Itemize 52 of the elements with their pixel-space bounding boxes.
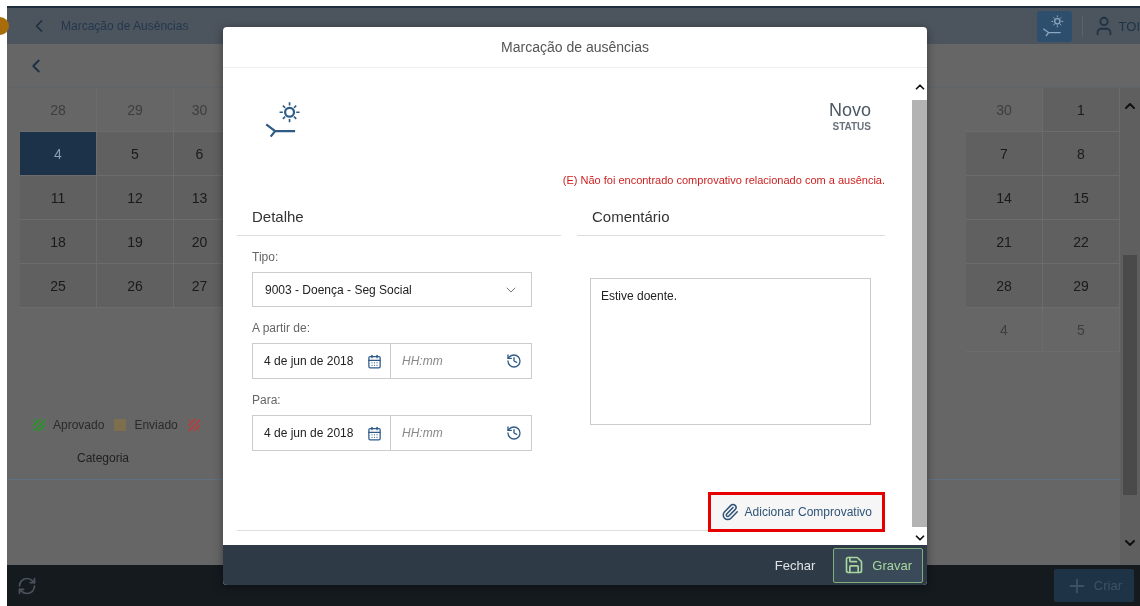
date-field[interactable]: 4 de jun de 2018 [252, 415, 391, 451]
dialog-title: Marcação de ausências [501, 39, 649, 55]
calendar-day[interactable]: 20 [174, 220, 226, 264]
calendar-day[interactable]: 28 [966, 264, 1043, 308]
calendar-day[interactable]: 21 [966, 220, 1043, 264]
calendar-day[interactable]: 14 [966, 176, 1043, 220]
clock-icon[interactable] [506, 425, 522, 441]
calendar-day[interactable]: 11 [20, 176, 97, 220]
status-label: STATUS [832, 121, 871, 132]
app-logo [0, 17, 9, 35]
calendar-day[interactable]: 15 [1043, 176, 1120, 220]
calendar-day[interactable]: 1 [1043, 88, 1120, 132]
refresh-button[interactable] [17, 575, 37, 596]
refresh-icon [17, 575, 37, 596]
calendar-day[interactable]: 8 [1043, 132, 1120, 176]
field-label: A partir de: [251, 321, 312, 335]
save-button[interactable]: Gravar [833, 547, 923, 583]
column-header: Categoria [77, 450, 130, 465]
section-heading: Detalhe [237, 208, 561, 236]
time-field[interactable]: HH:mm [391, 343, 532, 379]
date-field[interactable]: 4 de jun de 2018 [252, 343, 391, 379]
calendar-day[interactable]: 27 [174, 264, 226, 308]
attach-button[interactable]: Adicionar Comprovativo [707, 492, 885, 532]
calendar-day[interactable]: 19 [97, 220, 174, 264]
calendar-day[interactable]: 7 [966, 132, 1043, 176]
calendar-day[interactable]: 5 [97, 132, 174, 176]
close-button[interactable]: Fechar [772, 553, 818, 577]
time-field[interactable]: HH:mm [391, 415, 532, 451]
calendar-day[interactable]: 26 [97, 264, 174, 308]
section-heading: Comentário [577, 208, 885, 236]
calendar-day[interactable]: 12 [97, 176, 174, 220]
calendar-day[interactable]: 18 [20, 220, 97, 264]
calendar-day[interactable]: 29 [1043, 264, 1120, 308]
calendar-day[interactable]: 22 [1043, 220, 1120, 264]
clock-icon[interactable] [506, 353, 522, 369]
calendar-day[interactable]: 13 [174, 176, 226, 220]
field-label: Para: [251, 393, 282, 407]
field-label: Tipo: [251, 250, 280, 264]
calendar-icon[interactable] [367, 353, 382, 369]
calendar-icon[interactable] [367, 425, 382, 441]
calendar-day[interactable]: 6 [174, 132, 226, 176]
absence-button[interactable] [1036, 10, 1072, 42]
paperclip-icon [720, 503, 739, 521]
comment-field[interactable]: Estive doente. [590, 278, 871, 425]
status-value: Novo [828, 100, 871, 121]
type-dropdown[interactable]: 9003 - Doença - Seg Social [252, 272, 532, 307]
legend-label: Aprovado [53, 418, 105, 432]
calendar-day[interactable]: 4 [20, 132, 97, 176]
calendar-day[interactable]: 25 [20, 264, 97, 308]
save-icon [844, 555, 865, 575]
legend-label: Enviado [134, 418, 178, 432]
error-message: (E) Não foi encontrado comprovativo relacionado com a ausência. [562, 174, 885, 188]
